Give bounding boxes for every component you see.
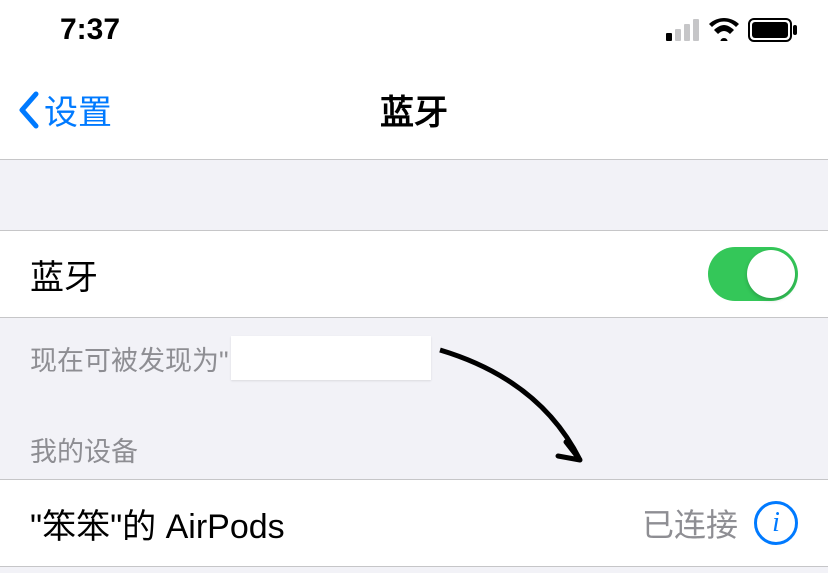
toggle-knob bbox=[747, 250, 795, 298]
device-status: 已连接 bbox=[642, 500, 738, 546]
battery-icon bbox=[748, 18, 798, 42]
bluetooth-label: 蓝牙 bbox=[30, 250, 98, 299]
device-right: 已连接 i bbox=[642, 500, 798, 546]
bluetooth-toggle-row: 蓝牙 bbox=[0, 230, 828, 318]
device-row[interactable]: "笨笨"的 AirPods 已连接 i bbox=[0, 479, 828, 567]
redacted-name bbox=[231, 336, 431, 380]
device-info-button[interactable]: i bbox=[754, 501, 798, 545]
back-label: 设置 bbox=[44, 85, 112, 134]
page-title: 蓝牙 bbox=[380, 85, 448, 134]
discoverable-text: 现在可被发现为" bbox=[0, 318, 828, 380]
discoverable-prefix: 现在可被发现为" bbox=[30, 339, 229, 378]
device-name: "笨笨"的 AirPods bbox=[30, 499, 285, 548]
spacer bbox=[0, 160, 828, 230]
status-bar: 7:37 bbox=[0, 0, 828, 60]
status-icons bbox=[666, 18, 798, 42]
cellular-signal-icon bbox=[666, 19, 700, 41]
chevron-left-icon bbox=[16, 90, 40, 130]
bluetooth-toggle[interactable] bbox=[708, 247, 798, 301]
info-icon: i bbox=[772, 507, 780, 539]
my-devices-header: 我的设备 bbox=[0, 380, 828, 479]
wifi-icon bbox=[708, 18, 740, 42]
status-time: 7:37 bbox=[30, 13, 120, 47]
back-button[interactable]: 设置 bbox=[0, 85, 112, 134]
nav-bar: 设置 蓝牙 bbox=[0, 60, 828, 160]
